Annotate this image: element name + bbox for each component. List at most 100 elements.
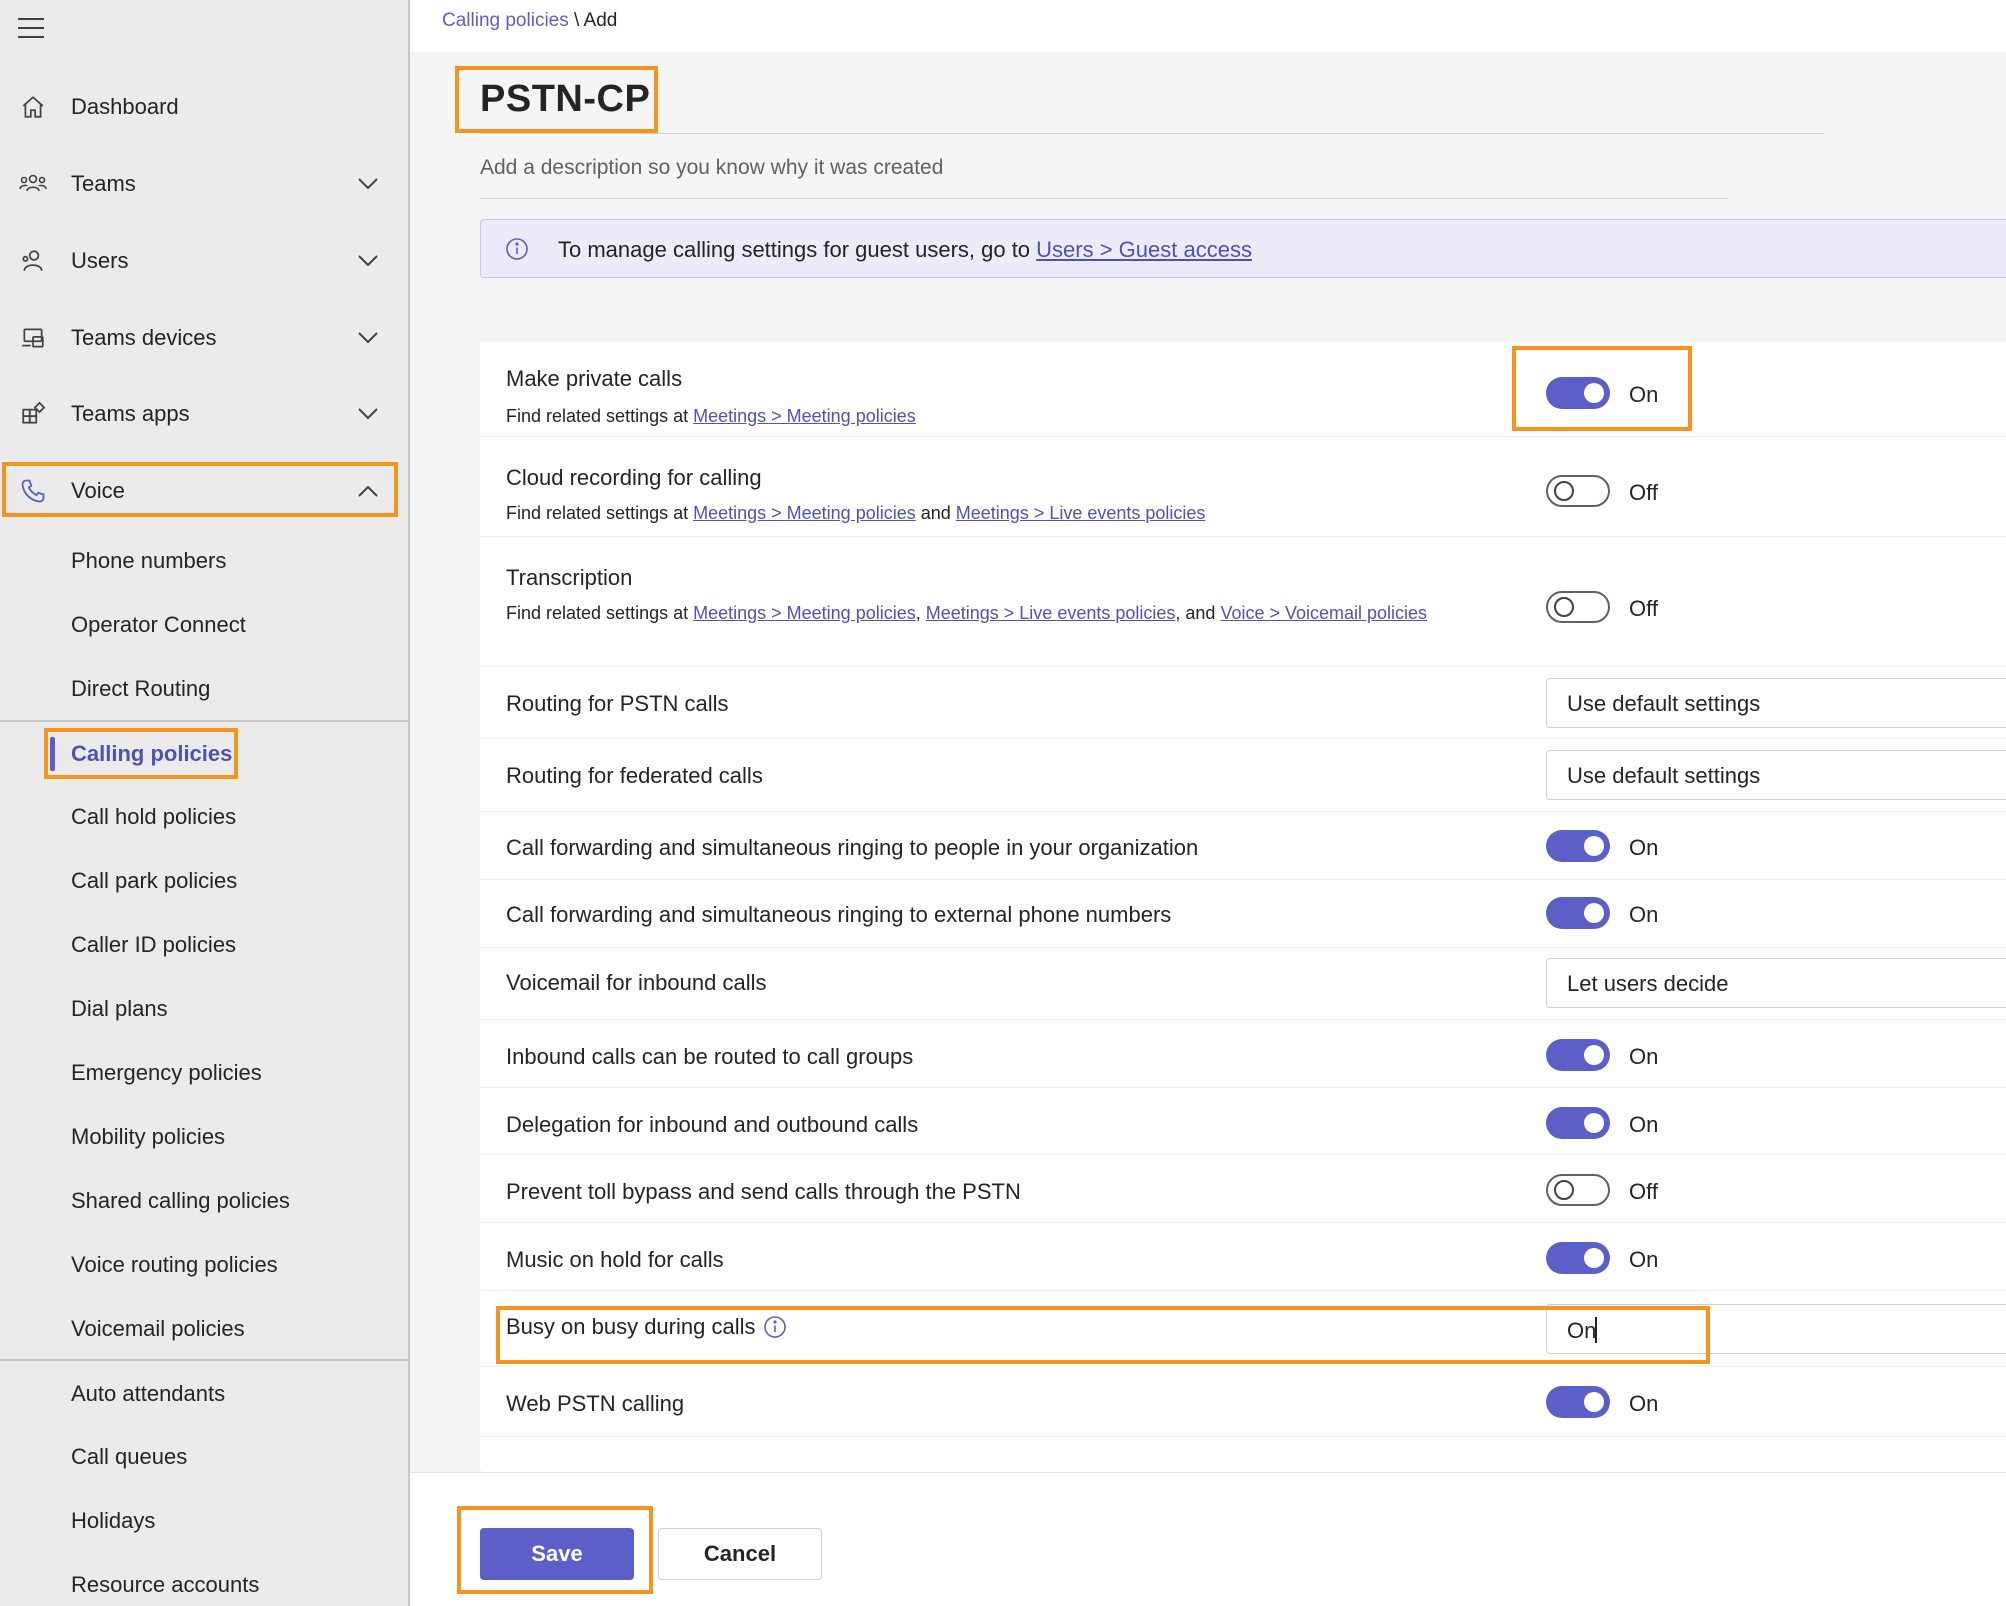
music-on-hold-toggle[interactable] (1546, 1242, 1610, 1274)
sub-and: , and (1175, 603, 1221, 623)
nav-label: Users (71, 248, 129, 273)
routing-federated-dropdown[interactable]: Use default settings (1546, 750, 2006, 800)
sub-call-queues[interactable]: Call queues (71, 1437, 187, 1477)
setting-row-routing-pstn: Routing for PSTN calls Use default setti… (480, 667, 2006, 739)
calling-policies-highlight-box (44, 728, 238, 779)
sub-operator-connect[interactable]: Operator Connect (71, 605, 246, 645)
nav-label: Dashboard (71, 94, 179, 119)
sub-prefix: Find related settings at (506, 406, 694, 426)
left-navigation: Dashboard Teams Users Teams devices Team… (0, 0, 410, 1606)
chevron-down-icon[interactable] (355, 401, 381, 427)
divider (0, 1359, 408, 1361)
setting-row-toll-bypass: Prevent toll bypass and send calls throu… (480, 1155, 2006, 1223)
nav-label: Teams devices (71, 325, 217, 350)
sub-shared-calling-policies[interactable]: Shared calling policies (71, 1181, 290, 1221)
dropdown-value: Use default settings (1567, 691, 1761, 716)
main-header-area (410, 0, 2006, 52)
nav-teams-apps[interactable]: Teams apps (0, 386, 396, 442)
delegation-toggle[interactable] (1546, 1107, 1610, 1139)
live-events-policies-link[interactable]: Meetings > Live events policies (956, 503, 1206, 523)
sub-caller-id-policies[interactable]: Caller ID policies (71, 925, 236, 965)
voicemail-inbound-dropdown[interactable]: Let users decide (1546, 958, 2006, 1008)
setting-row-make-private-calls: Make private calls Find related settings… (480, 342, 2006, 437)
setting-label: Make private calls (506, 366, 683, 391)
breadcrumb-calling-policies-link[interactable]: Calling policies (442, 10, 569, 31)
sub-voicemail-policies[interactable]: Voicemail policies (71, 1309, 245, 1349)
meeting-policies-link[interactable]: Meetings > Meeting policies (693, 406, 916, 426)
chevron-down-icon[interactable] (355, 325, 381, 351)
web-pstn-toggle[interactable] (1546, 1386, 1610, 1418)
busy-on-busy-highlight-box (496, 1306, 1710, 1364)
title-highlight-box (455, 66, 658, 133)
toggle-state: On (1629, 902, 1659, 927)
chevron-down-icon[interactable] (355, 248, 381, 274)
setting-label: Routing for PSTN calls (506, 691, 729, 716)
setting-label: Routing for federated calls (506, 763, 763, 788)
users-icon (18, 246, 48, 276)
guest-access-link[interactable]: Users > Guest access (1036, 237, 1252, 262)
nav-label: Teams (71, 171, 136, 196)
forwarding-internal-toggle[interactable] (1546, 830, 1610, 862)
setting-label: Cloud recording for calling (506, 465, 762, 490)
info-banner: To manage calling settings for guest use… (480, 219, 2006, 278)
sub-call-hold-policies[interactable]: Call hold policies (71, 797, 236, 837)
apps-icon (18, 399, 48, 429)
save-highlight-box (457, 1506, 653, 1594)
voice-highlight-box (2, 462, 398, 517)
sub-voice-routing-policies[interactable]: Voice routing policies (71, 1245, 278, 1285)
setting-row-routing-federated: Routing for federated calls Use default … (480, 739, 2006, 812)
private-calls-toggle-highlight-box (1512, 346, 1692, 431)
info-text: To manage calling settings for guest use… (558, 237, 1037, 262)
inbound-call-groups-toggle[interactable] (1546, 1039, 1610, 1071)
title-underline (480, 133, 1824, 134)
setting-row-cloud-recording: Cloud recording for calling Find related… (480, 437, 2006, 537)
setting-label: Delegation for inbound and outbound call… (506, 1112, 919, 1137)
sub-emergency-policies[interactable]: Emergency policies (71, 1053, 262, 1093)
cloud-recording-toggle[interactable] (1546, 475, 1610, 507)
transcription-toggle[interactable] (1546, 591, 1610, 623)
cancel-button[interactable]: Cancel (658, 1528, 822, 1580)
sub-auto-attendants[interactable]: Auto attendants (71, 1374, 225, 1414)
sub-prefix: Find related settings at (506, 603, 694, 623)
toggle-state: On (1629, 835, 1659, 860)
sub-mobility-policies[interactable]: Mobility policies (71, 1117, 225, 1157)
nav-teams-devices[interactable]: Teams devices (0, 310, 396, 366)
nav-teams[interactable]: Teams (0, 156, 396, 212)
sub-phone-numbers[interactable]: Phone numbers (71, 541, 226, 581)
toggle-state: Off (1629, 1179, 1658, 1204)
breadcrumb-separator: \ (568, 10, 584, 31)
voicemail-policies-link[interactable]: Voice > Voicemail policies (1220, 603, 1427, 623)
sub-prefix: Find related settings at (506, 503, 694, 523)
nav-users[interactable]: Users (0, 233, 396, 289)
setting-row-delegation: Delegation for inbound and outbound call… (480, 1088, 2006, 1155)
sub-comma: , (915, 603, 926, 623)
dropdown-value: Let users decide (1567, 971, 1729, 996)
meeting-policies-link[interactable]: Meetings > Meeting policies (693, 503, 916, 523)
divider (0, 720, 408, 722)
meeting-policies-link[interactable]: Meetings > Meeting policies (693, 603, 916, 623)
info-message: To manage calling settings for guest use… (558, 237, 1252, 263)
setting-row-voicemail-inbound: Voicemail for inbound calls Let users de… (480, 948, 2006, 1020)
description-field[interactable]: Add a description so you know why it was… (480, 156, 943, 180)
sub-holidays[interactable]: Holidays (71, 1501, 155, 1541)
routing-pstn-dropdown[interactable]: Use default settings (1546, 678, 2006, 728)
toll-bypass-toggle[interactable] (1546, 1174, 1610, 1206)
forwarding-external-toggle[interactable] (1546, 897, 1610, 929)
devices-icon (18, 323, 48, 353)
sub-direct-routing[interactable]: Direct Routing (71, 669, 210, 709)
setting-sub: Find related settings at Meetings > Meet… (506, 497, 1466, 529)
setting-label: Web PSTN calling (506, 1391, 685, 1416)
sub-call-park-policies[interactable]: Call park policies (71, 861, 237, 901)
setting-row-forwarding-external: Call forwarding and simultaneous ringing… (480, 880, 2006, 948)
sub-resource-accounts[interactable]: Resource accounts (71, 1565, 259, 1605)
info-icon (505, 237, 529, 261)
description-underline (480, 198, 1728, 199)
live-events-policies-link[interactable]: Meetings > Live events policies (926, 603, 1176, 623)
teams-icon (18, 169, 48, 199)
sub-dial-plans[interactable]: Dial plans (71, 989, 168, 1029)
setting-label: Prevent toll bypass and send calls throu… (506, 1179, 1021, 1204)
nav-dashboard[interactable]: Dashboard (0, 79, 396, 135)
home-icon (18, 92, 48, 122)
chevron-down-icon[interactable] (355, 171, 381, 197)
hamburger-menu-icon[interactable] (18, 18, 46, 40)
